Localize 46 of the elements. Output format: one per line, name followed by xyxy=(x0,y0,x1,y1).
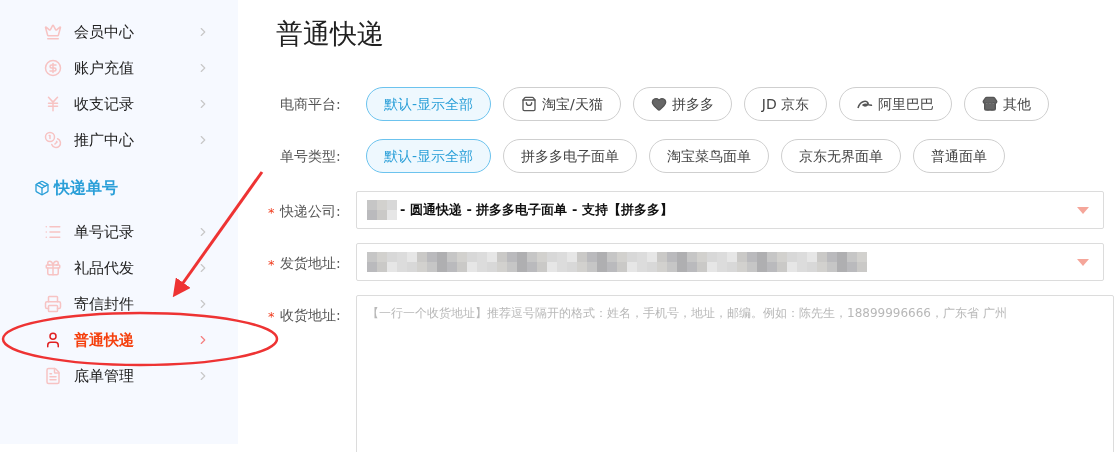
page-title: 普通快递 xyxy=(276,17,385,51)
sidebar-item[interactable]: 收支记录 xyxy=(0,86,238,122)
coins-icon xyxy=(44,131,62,149)
filter-option[interactable]: 拼多多 xyxy=(632,87,732,121)
printer-icon xyxy=(44,295,62,313)
filter-option[interactable]: 拼多多电子面单 xyxy=(503,139,638,173)
form-label: 快递公司: xyxy=(280,202,342,221)
sidebar-item[interactable]: 单号记录 xyxy=(0,214,238,250)
required-mark: * xyxy=(268,256,275,274)
section-title: 快递单号 xyxy=(54,177,118,199)
filter-option[interactable]: 淘宝菜鸟面单 xyxy=(649,139,770,173)
filter-option[interactable]: 阿里巴巴 xyxy=(839,87,953,121)
required-mark: * xyxy=(268,308,275,326)
select-field[interactable] xyxy=(356,243,1104,281)
sidebar-item[interactable]: 寄信封件 xyxy=(0,286,238,322)
filter-option[interactable]: 淘宝/天猫 xyxy=(503,87,621,121)
sidebar-item[interactable]: 推广中心 xyxy=(0,122,238,158)
document-icon xyxy=(44,367,62,385)
gift-icon xyxy=(44,259,62,277)
sidebar-item[interactable]: 账户充值 xyxy=(0,50,238,86)
list-icon xyxy=(44,223,62,241)
filter-option[interactable]: 其他 xyxy=(964,87,1050,121)
filter-option[interactable]: 普通面单 xyxy=(913,139,1006,173)
select-value: - 圆通快递 - 拼多多电子面单 - 支持【拼多多】 xyxy=(400,201,674,220)
sidebar-item[interactable]: 礼品代发 xyxy=(0,250,238,286)
filter-option[interactable]: JD 京东 xyxy=(743,87,828,121)
filter-label: 单号类型: xyxy=(280,146,342,166)
heart-icon xyxy=(650,96,667,112)
crown-icon xyxy=(44,23,62,41)
dropdown-caret-icon xyxy=(1077,206,1089,214)
squiggle-icon xyxy=(857,99,874,109)
person-icon xyxy=(44,331,62,349)
bag-icon xyxy=(521,96,538,112)
box-icon xyxy=(34,180,50,196)
blurred-text xyxy=(367,200,397,220)
filter-option[interactable]: 京东无界面单 xyxy=(781,139,902,173)
store-icon xyxy=(982,96,999,112)
form-label: 收货地址: xyxy=(280,306,342,325)
select-field[interactable]: - 圆通快递 - 拼多多电子面单 - 支持【拼多多】 xyxy=(356,191,1104,229)
required-mark: * xyxy=(268,204,275,222)
form-label: 发货地址: xyxy=(280,254,342,273)
filter-label: 电商平台: xyxy=(280,94,342,114)
dropdown-caret-icon xyxy=(1077,258,1089,266)
sidebar-item[interactable]: 会员中心 xyxy=(0,14,238,50)
sidebar-item[interactable]: 普通快递 xyxy=(0,322,238,358)
sidebar-item[interactable]: 底单管理 xyxy=(0,358,238,394)
